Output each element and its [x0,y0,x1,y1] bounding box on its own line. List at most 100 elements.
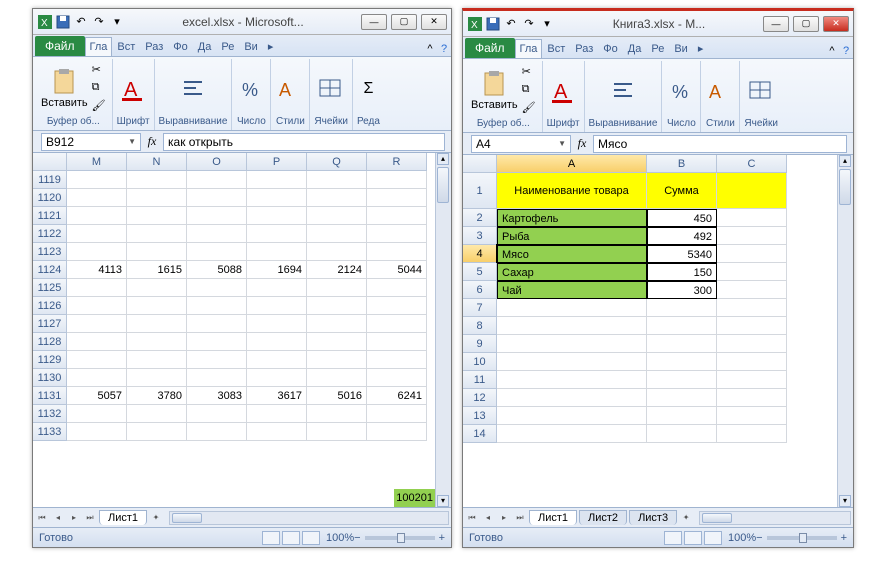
horizontal-scrollbar[interactable] [699,511,851,525]
cell[interactable] [187,243,247,261]
cells-button[interactable] [746,76,776,106]
help-icon[interactable]: ? [839,44,853,58]
cell[interactable] [647,425,717,443]
cell[interactable] [187,369,247,387]
cell-item-sum[interactable]: 450 [647,209,717,227]
cell[interactable] [307,405,367,423]
file-tab[interactable]: Файл [465,38,515,58]
cell[interactable] [247,225,307,243]
styles-button[interactable]: A [275,74,305,104]
view-normal-icon[interactable] [262,531,280,545]
save-icon[interactable] [55,14,71,30]
view-page-break-icon[interactable] [302,531,320,545]
maximize-button[interactable]: ▢ [391,14,417,30]
copy-icon[interactable]: ⧉ [92,81,108,97]
cell[interactable] [497,389,647,407]
cell[interactable] [717,245,787,263]
cell[interactable] [307,351,367,369]
scroll-thumb[interactable] [437,167,449,203]
tab-layout[interactable]: Раз [140,37,168,56]
save-icon[interactable] [485,16,501,32]
cell[interactable] [717,353,787,371]
cell[interactable] [647,371,717,389]
cell[interactable] [127,189,187,207]
tab-nav-next-icon[interactable]: ▸ [497,511,511,525]
cell[interactable] [247,207,307,225]
cell[interactable]: 3780 [127,387,187,405]
vertical-scrollbar[interactable]: ▴ ▾ [837,155,853,507]
scroll-down-icon[interactable]: ▾ [437,495,449,507]
qat-dropdown-icon[interactable]: ▾ [109,14,125,30]
file-tab[interactable]: Файл [35,36,85,56]
cell[interactable] [367,423,427,441]
scroll-up-icon[interactable]: ▴ [437,153,449,165]
tab-formulas[interactable]: Фо [168,37,192,56]
cell[interactable] [717,263,787,281]
row-header[interactable]: 1132 [33,405,67,423]
cell[interactable]: 6241 [367,387,427,405]
tab-nav-last-icon[interactable]: ⏭ [83,511,97,525]
cell[interactable] [247,279,307,297]
namebox-dropdown-icon[interactable]: ▼ [558,139,566,148]
cell-item-sum[interactable]: 150 [647,263,717,281]
cell[interactable] [497,335,647,353]
cell[interactable] [187,423,247,441]
cell[interactable]: 3617 [247,387,307,405]
cell[interactable] [717,173,787,209]
format-painter-icon[interactable]: 🖌 [92,99,108,115]
cells-button[interactable] [316,74,346,104]
cell[interactable] [367,243,427,261]
cell[interactable] [247,171,307,189]
row-header[interactable]: 1130 [33,369,67,387]
cell[interactable]: 3083 [187,387,247,405]
cell[interactable] [717,389,787,407]
tab-layout[interactable]: Раз [570,39,598,58]
cell[interactable] [307,297,367,315]
zoom-slider[interactable] [767,536,837,540]
cell-item-name[interactable]: Картофель [497,209,647,227]
cell[interactable]: 5044 [367,261,427,279]
cell[interactable] [367,207,427,225]
col-header-m[interactable]: M [67,153,127,171]
cell-item-sum[interactable]: 300 [647,281,717,299]
cell[interactable] [127,423,187,441]
cell[interactable] [127,369,187,387]
zoom-in-icon[interactable]: + [439,532,445,544]
cell[interactable] [367,405,427,423]
cell[interactable]: 1694 [247,261,307,279]
redo-icon[interactable]: ↷ [521,16,537,32]
row-header[interactable]: 1124 [33,261,67,279]
cell[interactable] [647,407,717,425]
cell[interactable] [127,279,187,297]
cell[interactable] [367,225,427,243]
row-header[interactable]: 8 [463,317,497,335]
cell[interactable] [67,315,127,333]
cell[interactable] [717,425,787,443]
vertical-scrollbar[interactable]: ▴ ▾ [435,153,451,507]
name-box[interactable]: B912▼ [41,133,141,151]
row-header[interactable]: 1133 [33,423,67,441]
cut-icon[interactable]: ✂ [522,65,538,81]
cell[interactable] [307,207,367,225]
tab-overflow-icon[interactable]: ▸ [693,38,709,58]
tab-data[interactable]: Да [623,39,647,58]
cell[interactable] [247,351,307,369]
fx-icon[interactable]: fx [141,134,163,149]
scroll-down-icon[interactable]: ▾ [839,495,851,507]
undo-icon[interactable]: ↶ [503,16,519,32]
cell[interactable] [307,369,367,387]
new-sheet-icon[interactable]: ✦ [679,511,693,525]
tab-review[interactable]: Ре [646,39,669,58]
cell[interactable] [127,333,187,351]
cell[interactable] [307,315,367,333]
row-header[interactable]: 12 [463,389,497,407]
cell[interactable] [247,315,307,333]
cell-item-sum[interactable]: 5340 [647,245,717,263]
cell[interactable] [67,189,127,207]
cell[interactable] [247,297,307,315]
col-header-r[interactable]: R [367,153,427,171]
row-header[interactable]: 1123 [33,243,67,261]
cell[interactable] [67,369,127,387]
cell[interactable] [247,189,307,207]
row-header[interactable]: 14 [463,425,497,443]
